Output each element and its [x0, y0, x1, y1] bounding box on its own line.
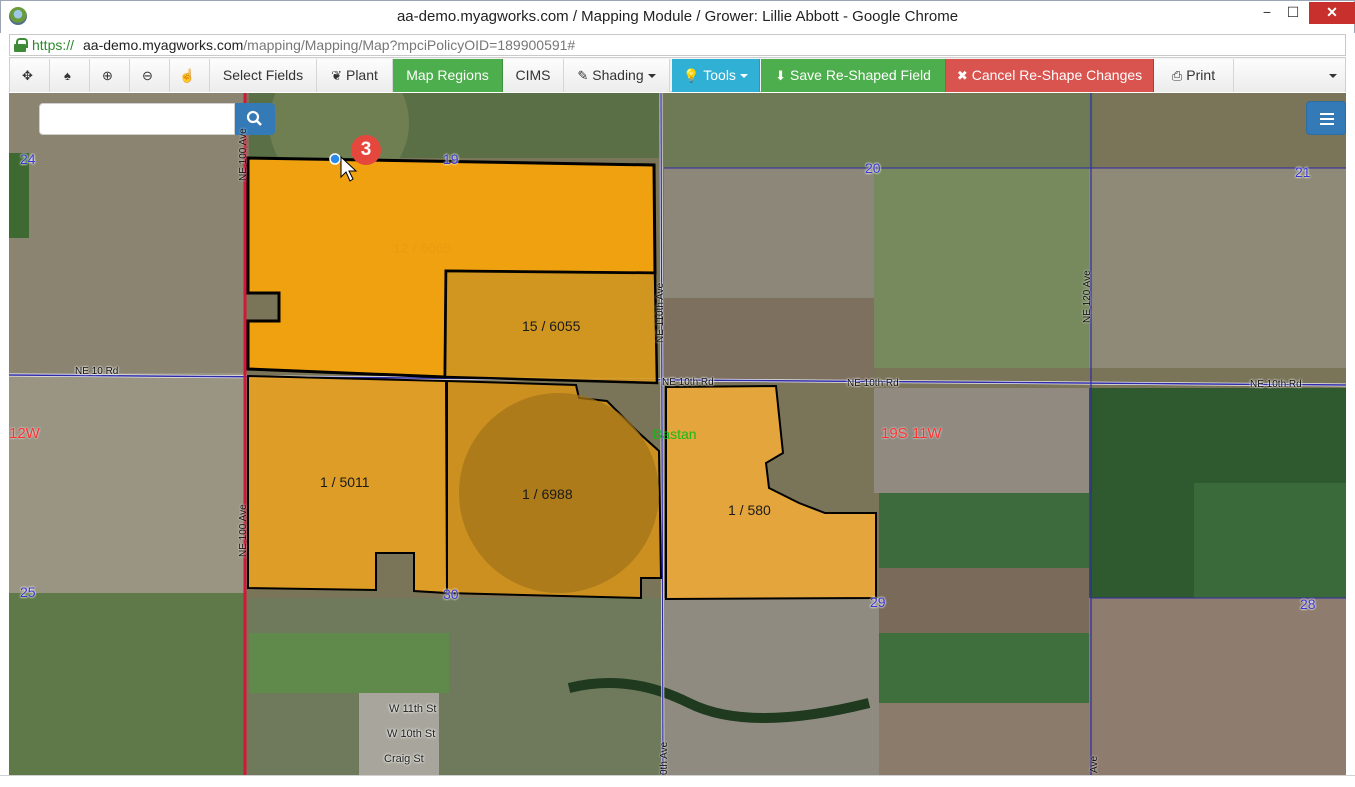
- section-label: 28: [1300, 596, 1316, 612]
- tools-label: Tools: [703, 67, 736, 83]
- zoom-out-icon: ⊖: [142, 68, 153, 83]
- caret-down-icon: [739, 74, 748, 79]
- step-number-badge: 3: [351, 135, 381, 165]
- save-reshaped-field-button[interactable]: ⬇ Save Re-Shaped Field: [761, 59, 946, 92]
- cancel-reshape-button[interactable]: ✖ Cancel Re-Shape Changes: [946, 59, 1154, 92]
- window-title: aa-demo.myagworks.com / Mapping Module /…: [396, 8, 959, 25]
- section-label: 30: [443, 586, 459, 602]
- pan-button[interactable]: ✥: [10, 59, 50, 92]
- pencil-icon: ✎: [577, 68, 589, 83]
- cims-button[interactable]: CIMS: [503, 59, 564, 92]
- hamburger-line: [1320, 118, 1334, 120]
- hand-tool-button[interactable]: ☝: [170, 59, 210, 92]
- field-label: 1 / 6988: [522, 486, 573, 502]
- url-scheme: https://: [32, 37, 75, 53]
- cancel-label: Cancel Re-Shape Changes: [971, 67, 1143, 83]
- pin-icon: ♠: [64, 68, 71, 83]
- hamburger-line: [1320, 123, 1334, 125]
- township-label: 19S 11W: [881, 425, 942, 442]
- close-button[interactable]: ✕: [1309, 2, 1355, 24]
- street-label: Craig St: [384, 753, 424, 765]
- map-canvas[interactable]: 3 24 19 20 21 25 30 29 28 12W 19S 11W Ba…: [9, 93, 1346, 775]
- section-label: 19: [443, 151, 459, 167]
- road-label: NE 10th Rd: [847, 378, 899, 389]
- zoom-out-button[interactable]: ⊖: [130, 59, 170, 92]
- township-label: 12W: [9, 425, 40, 442]
- road-label: NE 100 Ave: [238, 128, 249, 181]
- drop-pin-button[interactable]: ♠: [50, 59, 90, 92]
- tools-dropdown[interactable]: 💡 Tools: [672, 59, 760, 92]
- section-label: 24: [20, 151, 36, 167]
- road-label: Ave: [1089, 755, 1100, 773]
- select-fields-button[interactable]: Select Fields: [210, 59, 317, 92]
- caret-down-icon: [1329, 74, 1337, 79]
- field-label: 15 / 6055: [522, 318, 581, 334]
- plant-label: Plant: [345, 67, 378, 83]
- shading-label: Shading: [592, 67, 644, 83]
- print-label: Print: [1186, 67, 1216, 83]
- save-label: Save Re-Shaped Field: [790, 67, 931, 83]
- section-label: 21: [1295, 164, 1311, 180]
- hamburger-line: [1320, 113, 1334, 115]
- zoom-in-icon: ⊕: [102, 68, 113, 83]
- section-label: 20: [865, 160, 881, 176]
- field-label: 12 / 6065: [393, 240, 452, 256]
- close-icon: ✖: [956, 68, 968, 83]
- lightbulb-icon: 💡: [683, 68, 700, 83]
- road-label: NE 10 Rd: [75, 366, 119, 377]
- layers-menu-button[interactable]: [1306, 101, 1346, 135]
- toolbar-overflow-menu[interactable]: [1234, 59, 1345, 92]
- road-label: NE 10th Rd: [1250, 379, 1302, 390]
- printer-icon: ⎙: [1171, 68, 1183, 83]
- road-label: NE 100 Ave: [238, 504, 249, 557]
- map-search-input[interactable]: [39, 103, 235, 135]
- road-label: 0th Ave: [659, 741, 670, 775]
- hand-icon: ☝: [179, 68, 196, 83]
- town-label: Bastan: [653, 426, 697, 442]
- caret-down-icon: [647, 74, 656, 79]
- road-label: NE 120 Ave: [1082, 270, 1093, 323]
- plant-button[interactable]: ❦ Plant: [317, 59, 393, 92]
- browser-titlebar: aa-demo.myagworks.com / Mapping Module /…: [0, 0, 1355, 33]
- window-bottom-edge: [0, 775, 1355, 787]
- street-label: W 11th St: [389, 703, 437, 715]
- url-host: aa-demo.myagworks.com: [83, 37, 244, 53]
- section-label: 25: [20, 584, 36, 600]
- field-label: 1 / 580: [728, 502, 771, 518]
- section-label: 29: [870, 594, 886, 610]
- road-label: NE 110th Ave: [655, 282, 666, 343]
- field-label: 1 / 5011: [320, 474, 370, 490]
- map-toolbar: ✥ ♠ ⊕ ⊖ ☝ Select Fields ❦ Plant Map Regio…: [9, 57, 1346, 92]
- map-regions-button[interactable]: Map Regions: [393, 59, 503, 92]
- zoom-in-button[interactable]: ⊕: [90, 59, 130, 92]
- street-label: W 10th St: [387, 728, 436, 740]
- shading-dropdown[interactable]: ✎ Shading: [564, 59, 670, 92]
- url-host-path: aa-demo.myagworks.com/mapping/Mapping/Ma…: [83, 35, 575, 55]
- url-path: /mapping/Mapping/Map?mpciPolicyOID=18990…: [243, 37, 576, 53]
- minimize-button[interactable]: −: [1254, 2, 1280, 24]
- lock-icon: [14, 38, 28, 52]
- maximize-button[interactable]: ☐: [1280, 2, 1306, 24]
- print-button[interactable]: ⎙ Print: [1154, 59, 1234, 92]
- address-bar[interactable]: https:// aa-demo.myagworks.com/mapping/M…: [9, 34, 1346, 56]
- move-icon: ✥: [22, 68, 33, 83]
- road-label: NE 10th Rd: [662, 377, 714, 388]
- leaf-icon: ❦: [331, 68, 342, 83]
- download-icon: ⬇: [775, 68, 787, 83]
